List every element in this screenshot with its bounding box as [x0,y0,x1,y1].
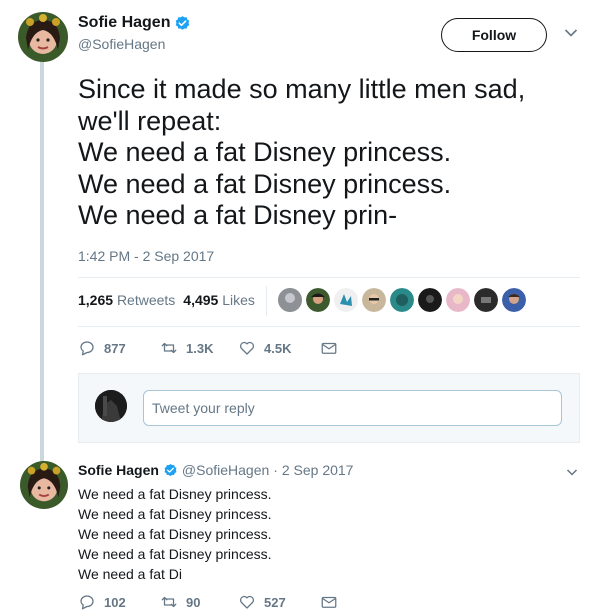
author-name-row[interactable]: Sofie Hagen [78,14,191,32]
reply-action[interactable]: 102 [78,593,160,611]
avatar-image [20,461,68,509]
retweet-count: 90 [186,594,201,610]
tweet-stats: 1,265 Retweets 4,495 Likes [78,292,255,308]
tweet-text-line: Since it made so many little men sad, [78,74,526,104]
verified-badge-icon [164,463,177,476]
retweets-stat[interactable]: 1,265 Retweets [78,292,175,308]
current-user-avatar-image [95,390,127,422]
tweet-text-line: We need a fat Disney princess. [78,137,452,167]
tweet-text-line: We need a fat Disney prin- [78,200,398,230]
likes-stat[interactable]: 4,495 Likes [183,292,255,308]
retweet-action[interactable]: 1.3K [160,339,238,357]
liker-avatar[interactable] [362,288,386,312]
like-action[interactable]: 527 [238,593,320,611]
reply-icon [80,595,94,610]
divider [78,326,580,327]
divider [78,277,580,278]
stats-separator [266,286,267,316]
like-count: 527 [264,594,286,610]
tweet-text: Since it made so many little men sad, we… [78,74,598,232]
direct-message-action[interactable] [320,339,338,357]
reply-input[interactable]: Tweet your reply [143,390,562,426]
reply-tweet-text: We need a fat Disney princess. We need a… [78,484,272,584]
reply-count: 877 [104,340,126,356]
retweets-label: Retweets [116,292,176,308]
retweet-count: 1.3K [186,340,214,356]
tweet-text-line: we'll repeat: [78,105,222,136]
author-info: Sofie Hagen @SofieHagen [78,14,191,52]
author-handle[interactable]: @SofieHagen [78,36,191,52]
follow-button[interactable]: Follow [441,18,547,52]
tweet-text-line: We need a fat Di [78,566,183,582]
avatar-image [18,12,68,62]
liker-avatar[interactable] [278,288,302,312]
heart-icon [239,341,255,355]
current-user-avatar[interactable] [95,390,127,422]
reply-icon [80,341,94,356]
liker-avatar[interactable] [474,288,498,312]
tweet-timestamp[interactable]: 1:42 PM - 2 Sep 2017 [78,248,214,264]
reply-author-name[interactable]: Sofie Hagen [78,462,159,478]
liker-avatar[interactable] [418,288,442,312]
reply-tweet-date[interactable]: · 2 Sep 2017 [273,462,353,478]
envelope-icon [321,596,337,608]
retweet-icon [161,342,177,354]
reply-action[interactable]: 877 [78,339,160,357]
heart-icon [239,595,255,609]
tweet-text-line: We need a fat Disney princess. [78,168,452,199]
retweet-action[interactable]: 90 [160,593,238,611]
tweet-text-line: We need a fat Disney princess. [78,506,272,522]
reply-author-avatar[interactable] [20,461,68,509]
thread-connector-line [40,62,44,462]
chevron-down-icon[interactable] [566,468,578,477]
verified-badge-icon [176,15,190,30]
like-count: 4.5K [264,340,292,356]
tweet-text-line: We need a fat Disney princess. [78,486,272,502]
tweet-text-line: We need a fat Disney princess. [78,546,272,562]
retweet-icon [161,596,177,608]
like-action[interactable]: 4.5K [238,339,320,357]
envelope-icon [321,342,337,354]
liker-avatar[interactable] [306,288,330,312]
liker-avatar[interactable] [502,288,526,312]
liker-avatar[interactable] [390,288,414,312]
likes-label: Likes [222,292,255,308]
reply-count: 102 [104,594,126,610]
retweets-count: 1,265 [78,292,114,308]
liker-avatar[interactable] [334,288,358,312]
direct-message-action[interactable] [320,593,338,611]
liker-avatar[interactable] [446,288,470,312]
tweet-actions: 877 1.3K 4.5K [78,339,338,357]
reply-tweet-actions: 102 90 527 [78,593,338,611]
likes-count: 4,495 [183,292,219,308]
author-avatar[interactable] [18,12,68,62]
tweet-text-line: We need a fat Disney princess. [78,526,272,542]
reply-author-handle[interactable]: @SofieHagen [182,462,269,478]
liker-avatars [278,288,526,312]
author-name: Sofie Hagen [78,14,171,31]
reply-tweet-header: Sofie Hagen @SofieHagen · 2 Sep 2017 [78,462,353,478]
chevron-down-icon[interactable] [564,28,578,38]
